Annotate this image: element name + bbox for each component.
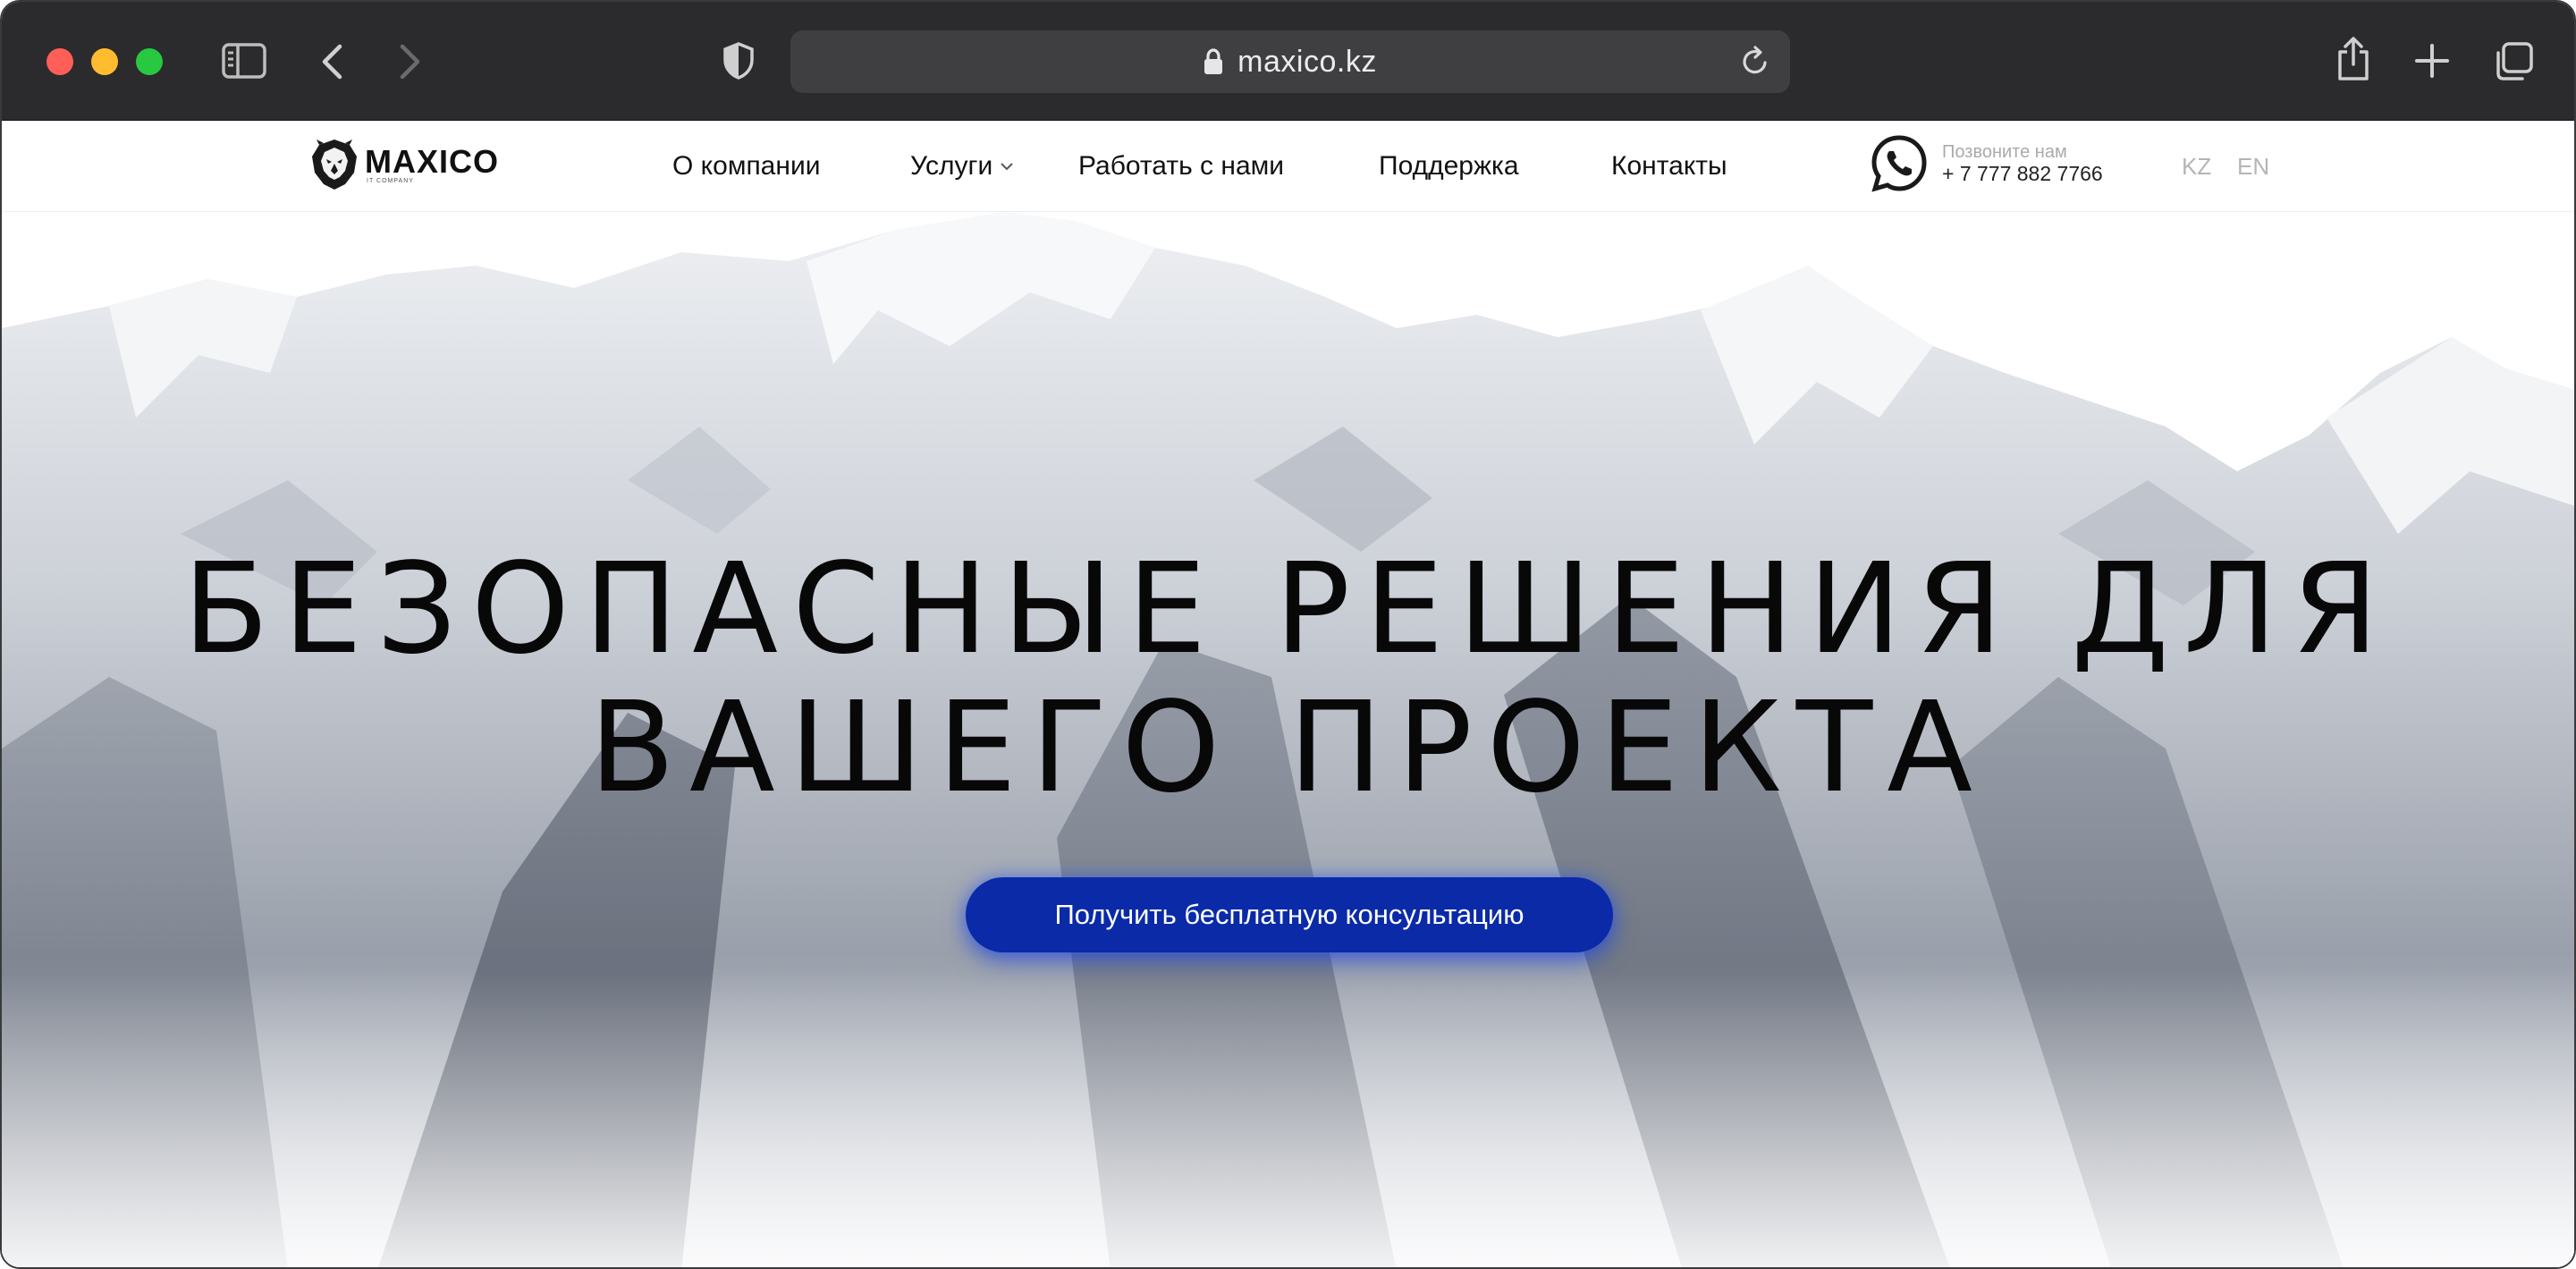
contact-phone[interactable]: + 7 777 882 7766 xyxy=(1942,162,2103,185)
back-icon[interactable] xyxy=(320,43,343,80)
nav-about[interactable]: О компании xyxy=(672,121,820,212)
privacy-shield-icon[interactable] xyxy=(722,41,755,80)
close-window-button[interactable] xyxy=(46,48,73,75)
lang-en[interactable]: EN xyxy=(2237,121,2269,212)
zoom-window-button[interactable] xyxy=(136,48,163,75)
new-tab-icon[interactable] xyxy=(2414,43,2450,79)
free-consultation-button[interactable]: Получить бесплатную консультацию xyxy=(966,877,1613,952)
reload-icon[interactable] xyxy=(1740,46,1770,82)
hero-headline: БЕЗОПАСНЫЕ РЕШЕНИЯ ДЛЯ ВАШЕГО ПРОЕКТА xyxy=(2,540,2574,817)
lang-kz[interactable]: KZ xyxy=(2182,121,2211,212)
contact-label: Позвоните нам xyxy=(1942,142,2067,162)
logo-subtitle: IT COMPANY xyxy=(367,177,414,184)
nav-work-label: Работать с нами xyxy=(1078,151,1285,181)
forward-icon[interactable] xyxy=(399,43,422,80)
share-icon[interactable] xyxy=(2335,36,2371,82)
hero-headline-line-1: БЕЗОПАСНЫЕ РЕШЕНИЯ ДЛЯ xyxy=(182,537,2394,682)
nav-contacts-label: Контакты xyxy=(1611,151,1727,181)
site-header: MAXICO IT COMPANY О компании Услуги Рабо… xyxy=(2,121,2574,212)
contact-block[interactable]: Позвоните нам + 7 777 882 7766 xyxy=(1869,133,2103,194)
url-text: maxico.kz xyxy=(1237,44,1377,79)
chevron-down-icon xyxy=(1000,162,1014,171)
logo-name: MAXICO xyxy=(365,142,499,180)
lock-icon xyxy=(1204,48,1223,75)
site-logo[interactable]: MAXICO IT COMPANY xyxy=(309,137,499,192)
tab-overview-icon[interactable] xyxy=(2493,41,2534,82)
nav-contacts[interactable]: Контакты xyxy=(1611,121,1727,212)
nav-work-with-us[interactable]: Работать с нами xyxy=(1078,121,1284,212)
whatsapp-icon xyxy=(1871,135,1927,192)
minimize-window-button[interactable] xyxy=(91,48,118,75)
browser-toolbar: maxico.kz xyxy=(2,2,2574,121)
nav-support-label: Поддержка xyxy=(1379,151,1519,181)
nav-about-label: О компании xyxy=(672,151,821,181)
lion-logo-icon xyxy=(312,140,357,190)
address-bar[interactable]: maxico.kz xyxy=(790,30,1790,93)
hero-headline-line-2: ВАШЕГО ПРОЕКТА xyxy=(588,675,1988,821)
hero-section: БЕЗОПАСНЫЕ РЕШЕНИЯ ДЛЯ ВАШЕГО ПРОЕКТА По… xyxy=(2,212,2574,1267)
nav-services-label: Услуги xyxy=(910,151,993,181)
sidebar-toggle-icon[interactable] xyxy=(222,43,266,79)
nav-services[interactable]: Услуги xyxy=(910,121,1014,212)
browser-window: maxico.kz MAXICO IT COMPANY О компании У… xyxy=(0,0,2576,1269)
nav-support[interactable]: Поддержка xyxy=(1379,121,1519,212)
